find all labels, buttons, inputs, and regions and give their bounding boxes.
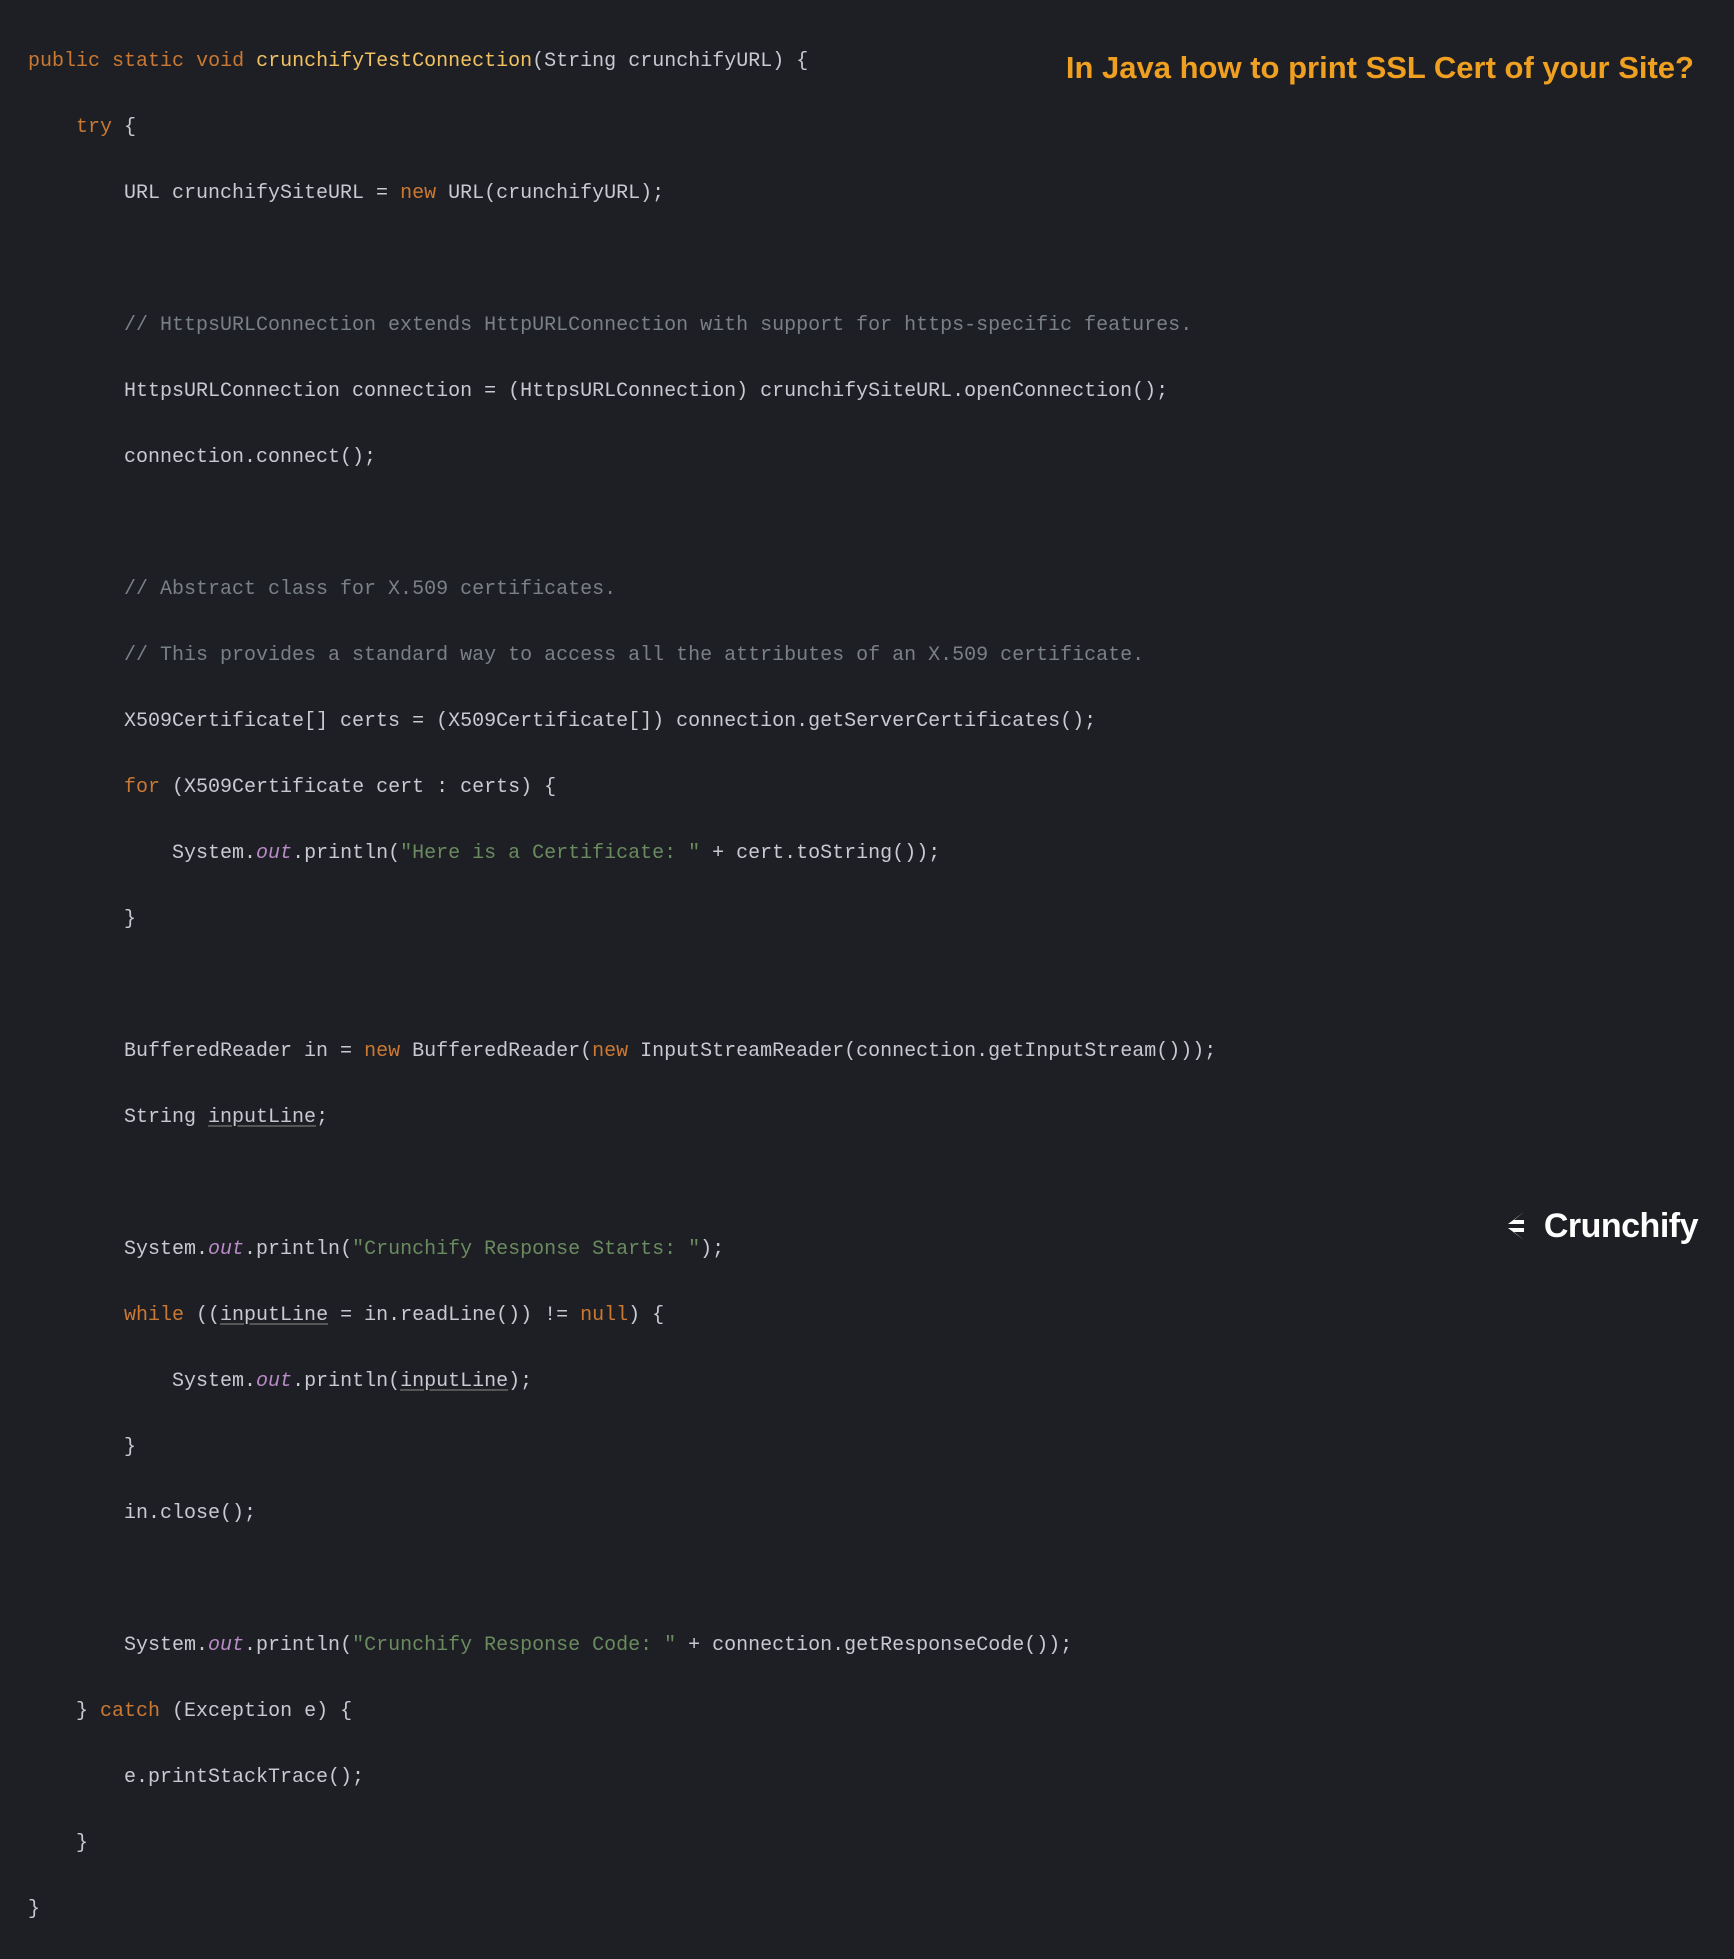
code-text: (Exception e) { [160, 1700, 352, 1723]
code-text: + connection.getResponseCode()); [676, 1634, 1072, 1657]
field-out: out [256, 842, 292, 865]
code-text: InputStreamReader(connection.getInputStr… [628, 1040, 1216, 1063]
code-text: System. [124, 1238, 208, 1261]
string-literal: "Crunchify Response Code: " [352, 1634, 676, 1657]
crunchify-logo: Crunchify [1498, 1198, 1698, 1254]
brace: } [124, 1436, 136, 1459]
code-text: System. [172, 1370, 256, 1393]
field-out: out [208, 1634, 244, 1657]
keyword-catch: catch [100, 1700, 160, 1723]
code-line: HttpsURLConnection connection = (HttpsUR… [28, 375, 1734, 408]
code-line: System.out.println("Crunchify Response S… [28, 1233, 1734, 1266]
code-line: System.out.println("Here is a Certificat… [28, 837, 1734, 870]
code-text: .println( [244, 1634, 352, 1657]
code-line: } [28, 903, 1734, 936]
code-line [28, 1563, 1734, 1596]
code-line: try { [28, 111, 1734, 144]
paren: ( [532, 50, 544, 73]
string-literal: "Crunchify Response Starts: " [352, 1238, 700, 1261]
code-block: public static void crunchifyTestConnecti… [28, 12, 1734, 1959]
code-text: URL(crunchifyURL); [436, 182, 664, 205]
code-line: BufferedReader in = new BufferedReader(n… [28, 1035, 1734, 1068]
comment: // Abstract class for X.509 certificates… [124, 578, 616, 601]
keyword-new: new [364, 1040, 400, 1063]
brace: { [124, 116, 136, 139]
code-text: + cert.toString()); [700, 842, 940, 865]
code-line: e.printStackTrace(); [28, 1761, 1734, 1794]
keyword-while: while [124, 1304, 184, 1327]
code-line: // This provides a standard way to acces… [28, 639, 1734, 672]
brace: } [76, 1832, 88, 1855]
code-line: System.out.println(inputLine); [28, 1365, 1734, 1398]
param-type: String [544, 50, 616, 73]
code-text: ; [316, 1106, 328, 1129]
keyword-void: void [196, 50, 244, 73]
code-line: connection.connect(); [28, 441, 1734, 474]
brace: } [124, 908, 136, 931]
variable: inputLine [220, 1304, 328, 1327]
code-line [28, 507, 1734, 540]
code-text: ) { [628, 1304, 664, 1327]
crunchify-logo-text: Crunchify [1544, 1198, 1698, 1254]
code-text: System. [172, 842, 256, 865]
code-text: BufferedReader( [400, 1040, 592, 1063]
code-line: } [28, 1893, 1734, 1926]
code-line [28, 243, 1734, 276]
code-line: in.close(); [28, 1497, 1734, 1530]
code-text: String [124, 1106, 208, 1129]
comment: // HttpsURLConnection extends HttpURLCon… [124, 314, 1192, 337]
code-text: HttpsURLConnection connection = (HttpsUR… [124, 380, 1168, 403]
code-text: (( [184, 1304, 220, 1327]
code-text: } [76, 1700, 100, 1723]
variable: inputLine [208, 1106, 316, 1129]
code-text: BufferedReader in = [124, 1040, 364, 1063]
code-line: String inputLine; [28, 1101, 1734, 1134]
code-text: e.printStackTrace(); [124, 1766, 364, 1789]
code-text: .println( [244, 1238, 352, 1261]
field-out: out [208, 1238, 244, 1261]
code-text: = in.readLine()) != [328, 1304, 580, 1327]
crunchify-logo-icon [1498, 1210, 1538, 1242]
keyword-public: public [28, 50, 100, 73]
code-line: } [28, 1827, 1734, 1860]
code-text: .println( [292, 842, 400, 865]
code-line [28, 1167, 1734, 1200]
paren: ) { [772, 50, 808, 73]
method-name: crunchifyTestConnection [256, 50, 532, 73]
code-line: } [28, 1431, 1734, 1464]
code-line: System.out.println("Crunchify Response C… [28, 1629, 1734, 1662]
code-text: X509Certificate[] certs = (X509Certifica… [124, 710, 1096, 733]
code-text: in.close(); [124, 1502, 256, 1525]
code-text: URL crunchifySiteURL = [124, 182, 400, 205]
param-name: crunchifyURL [628, 50, 772, 73]
code-line: X509Certificate[] certs = (X509Certifica… [28, 705, 1734, 738]
field-out: out [256, 1370, 292, 1393]
keyword-for: for [124, 776, 160, 799]
code-text: (X509Certificate cert : certs) { [160, 776, 556, 799]
comment: // This provides a standard way to acces… [124, 644, 1144, 667]
brace: } [28, 1898, 40, 1921]
keyword-static: static [112, 50, 184, 73]
keyword-new: new [592, 1040, 628, 1063]
code-line: // Abstract class for X.509 certificates… [28, 573, 1734, 606]
overlay-title: In Java how to print SSL Cert of your Si… [1066, 42, 1694, 93]
code-line: // HttpsURLConnection extends HttpURLCon… [28, 309, 1734, 342]
code-line: } catch (Exception e) { [28, 1695, 1734, 1728]
keyword-null: null [580, 1304, 628, 1327]
variable: inputLine [400, 1370, 508, 1393]
keyword-new: new [400, 182, 436, 205]
string-literal: "Here is a Certificate: " [400, 842, 700, 865]
code-text: System. [124, 1634, 208, 1657]
code-line: for (X509Certificate cert : certs) { [28, 771, 1734, 804]
code-text: ); [700, 1238, 724, 1261]
code-line: while ((inputLine = in.readLine()) != nu… [28, 1299, 1734, 1332]
code-text: ); [508, 1370, 532, 1393]
keyword-try: try [76, 116, 112, 139]
code-line: URL crunchifySiteURL = new URL(crunchify… [28, 177, 1734, 210]
code-line [28, 969, 1734, 1002]
code-text: .println( [292, 1370, 400, 1393]
code-text: connection.connect(); [124, 446, 376, 469]
